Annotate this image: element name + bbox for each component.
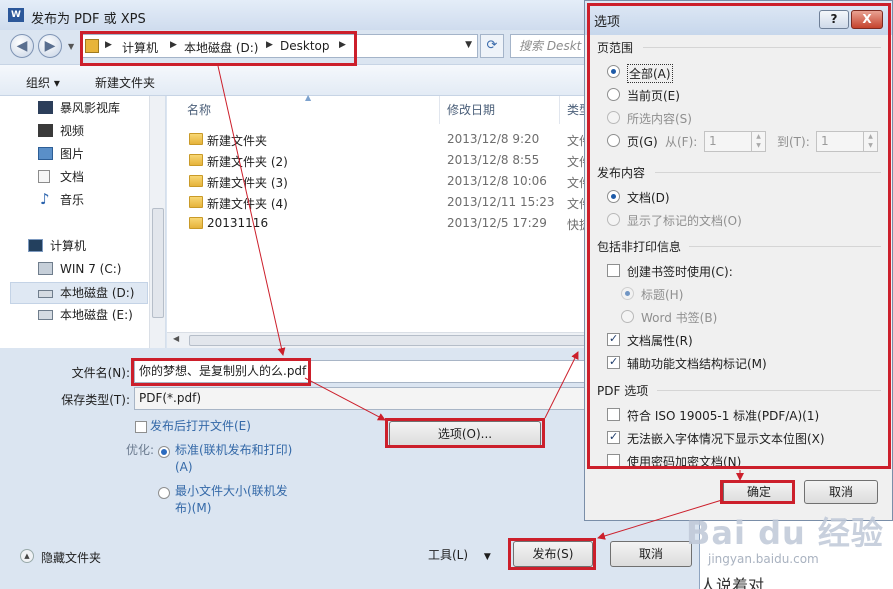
filetype-label: 保存类型(T): bbox=[61, 393, 130, 407]
file-date: 2013/12/5 17:29 bbox=[447, 216, 547, 230]
watermark-url: jingyan.baidu.com bbox=[708, 552, 819, 566]
file-name: 20131116 bbox=[207, 216, 269, 230]
optimize-standard-label: 标准(联机发布和打印)(A) bbox=[175, 443, 293, 474]
history-dropdown-icon[interactable]: ▼ bbox=[68, 42, 74, 51]
drive-icon bbox=[38, 290, 53, 298]
file-name: 新建文件夹 (3) bbox=[207, 176, 288, 190]
tools-menu[interactable]: 工具(L) ▼ bbox=[428, 546, 491, 563]
file-date: 2013/12/8 10:06 bbox=[447, 174, 547, 188]
system-drive-icon bbox=[38, 262, 53, 275]
file-date: 2013/12/8 8:55 bbox=[447, 153, 540, 167]
nav-item-drive-c[interactable]: WIN 7 (C:) bbox=[38, 258, 121, 280]
nav-scroll-thumb[interactable] bbox=[152, 208, 164, 318]
optimize-minimum-label: 最小文件大小(联机发布)(M) bbox=[175, 484, 288, 515]
back-arrow-icon[interactable]: ◀ bbox=[10, 34, 34, 58]
nav-item-music[interactable]: ♪ 音乐 bbox=[40, 189, 84, 211]
computer-icon bbox=[28, 239, 43, 252]
watermark-logo: Bai du 经验 bbox=[686, 514, 884, 552]
file-date: 2013/12/8 9:20 bbox=[447, 132, 540, 146]
nav-item-computer[interactable]: 计算机 bbox=[28, 235, 86, 257]
hscroll-thumb[interactable] bbox=[189, 335, 629, 346]
folder-icon bbox=[189, 133, 203, 145]
tools-dropdown-icon: ▼ bbox=[483, 552, 491, 562]
dialog-title: 发布为 PDF 或 XPS bbox=[31, 12, 146, 27]
open-after-publish-checkbox[interactable] bbox=[135, 421, 147, 433]
file-name: 新建文件夹 (2) bbox=[207, 155, 288, 169]
nav-item-documents[interactable]: 文档 bbox=[38, 166, 84, 188]
file-date: 2013/12/11 15:23 bbox=[447, 195, 555, 209]
file-name: 新建文件夹 (4) bbox=[207, 197, 288, 211]
annotation-box-ok bbox=[720, 480, 795, 504]
drive-icon bbox=[38, 310, 53, 320]
baidu-watermark: Bai du 经验 jingyan.baidu.com bbox=[672, 496, 893, 589]
address-dropdown-icon[interactable]: ▼ bbox=[465, 40, 472, 50]
sort-ascending-icon: ▲ bbox=[305, 93, 312, 102]
optimize-standard-radio[interactable] bbox=[158, 446, 170, 458]
refresh-icon[interactable]: ⟳ bbox=[480, 34, 504, 58]
scroll-left-icon[interactable]: ◀ bbox=[173, 334, 179, 343]
music-icon: ♪ bbox=[40, 190, 50, 208]
organize-button[interactable]: 组织 ▾ bbox=[26, 74, 60, 91]
filename-label: 文件名(N): bbox=[71, 366, 130, 380]
column-date[interactable]: 修改日期 bbox=[447, 96, 495, 124]
collapse-up-icon: ▲ bbox=[20, 549, 34, 563]
annotation-box-publish bbox=[508, 538, 596, 570]
column-name[interactable]: 名称 bbox=[187, 96, 211, 124]
document-icon bbox=[38, 170, 50, 183]
folder-icon bbox=[189, 154, 203, 166]
annotation-box-address bbox=[80, 31, 357, 66]
open-after-publish-label: 发布后打开文件(E) bbox=[150, 419, 251, 433]
annotation-box-filename bbox=[131, 358, 311, 386]
optimize-label: 优化: bbox=[126, 443, 155, 457]
picture-icon bbox=[38, 147, 53, 160]
optimize-minimum-radio[interactable] bbox=[158, 487, 170, 499]
video-library-icon bbox=[38, 101, 53, 114]
nav-item-pictures[interactable]: 图片 bbox=[38, 143, 84, 165]
nav-item-drive-d[interactable]: 本地磁盘 (D:) bbox=[38, 282, 134, 304]
nav-item-drive-e[interactable]: 本地磁盘 (E:) bbox=[38, 304, 133, 326]
nav-item-video-library[interactable]: 暴风影视库 bbox=[38, 97, 120, 119]
annotation-box-options-dialog bbox=[587, 3, 891, 469]
forward-arrow-icon[interactable]: ▶ bbox=[38, 34, 62, 58]
word-app-icon: W bbox=[8, 8, 24, 22]
folder-icon bbox=[189, 175, 203, 187]
nav-scrollbar[interactable] bbox=[149, 96, 165, 348]
navigation-pane: 暴风影视库 视频 图片 文档 ♪ 音乐 计算机 WIN 7 (C:) 本地磁盘 bbox=[0, 96, 166, 348]
filetype-select[interactable]: PDF(*.pdf) bbox=[134, 387, 594, 410]
file-name: 新建文件夹 bbox=[207, 134, 268, 148]
folder-icon bbox=[189, 196, 203, 208]
folder-icon bbox=[189, 217, 203, 229]
new-folder-button[interactable]: 新建文件夹 bbox=[95, 74, 155, 91]
annotation-box-options bbox=[385, 418, 545, 448]
nav-item-videos[interactable]: 视频 bbox=[38, 120, 84, 142]
video-icon bbox=[38, 124, 53, 137]
